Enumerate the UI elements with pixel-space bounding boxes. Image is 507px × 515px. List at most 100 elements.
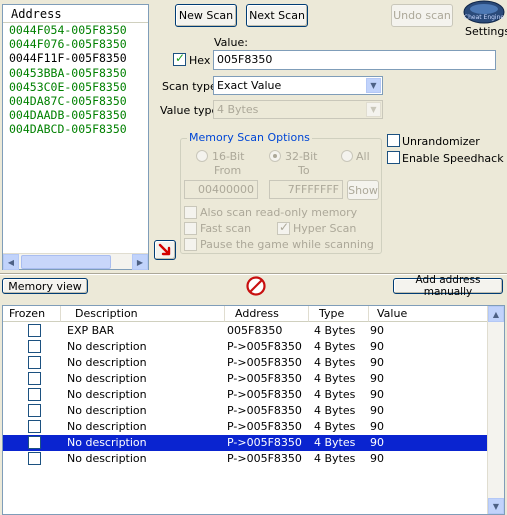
type-cell: 4 Bytes xyxy=(314,452,356,465)
unrandomizer-label: Unrandomizer xyxy=(402,135,480,148)
address-cell: P->005F8350 xyxy=(227,452,302,465)
frozen-checkbox[interactable] xyxy=(28,436,41,449)
frozen-checkbox[interactable] xyxy=(28,404,41,417)
table-row[interactable]: No description P->005F8350 4 Bytes 90 xyxy=(3,355,489,371)
next-scan-button[interactable]: Next Scan xyxy=(246,4,308,27)
type-cell: 4 Bytes xyxy=(314,420,356,433)
radio-all-label: All xyxy=(356,150,370,163)
fast-scan-label: Fast scan xyxy=(200,222,252,235)
description-cell: No description xyxy=(67,388,147,401)
value-cell: 90 xyxy=(370,356,384,369)
address-cell: P->005F8350 xyxy=(227,404,302,417)
cheat-engine-logo[interactable]: Cheat Engine xyxy=(462,0,506,24)
stop-icon[interactable] xyxy=(246,276,266,296)
address-list-item[interactable]: 004DA87C-005F8350 xyxy=(3,94,148,108)
address-cell: P->005F8350 xyxy=(227,420,302,433)
frozen-checkbox[interactable] xyxy=(28,372,41,385)
address-list-item[interactable]: 004DAADB-005F8350 xyxy=(3,108,148,122)
settings-link[interactable]: Settings xyxy=(465,25,507,38)
table-row[interactable]: No description P->005F8350 4 Bytes 90 xyxy=(3,371,489,387)
type-cell: 4 Bytes xyxy=(314,372,356,385)
description-cell: No description xyxy=(67,340,147,353)
address-cell: P->005F8350 xyxy=(227,372,302,385)
column-type[interactable]: Type xyxy=(309,306,369,322)
memory-view-button[interactable]: Memory view xyxy=(2,278,88,294)
table-row[interactable]: No description P->005F8350 4 Bytes 90 xyxy=(3,403,489,419)
undo-scan-button[interactable]: Undo scan xyxy=(391,4,453,27)
address-list-item[interactable]: 00453C0E-005F8350 xyxy=(3,80,148,94)
address-list-item[interactable]: 0044F076-005F8350 xyxy=(3,37,148,51)
type-cell: 4 Bytes xyxy=(314,324,356,337)
scroll-right-icon[interactable]: ▶ xyxy=(132,254,148,270)
table-row[interactable]: No description P->005F8350 4 Bytes 90 xyxy=(3,387,489,403)
address-list-item[interactable]: 0044F054-005F8350 xyxy=(3,23,148,37)
red-arrow-icon xyxy=(158,243,171,256)
to-label: To xyxy=(298,164,310,177)
frozen-checkbox[interactable] xyxy=(28,356,41,369)
address-rows: 0044F054-005F8350 0044F076-005F8350 0044F1… xyxy=(3,23,148,137)
table-row[interactable]: No description P->005F8350 4 Bytes 90 xyxy=(3,451,489,467)
scroll-up-icon[interactable]: ▲ xyxy=(488,306,504,322)
radio-all[interactable] xyxy=(341,150,353,162)
value-input[interactable]: 005F8350 xyxy=(213,50,496,70)
frozen-checkbox[interactable] xyxy=(28,420,41,433)
show-button[interactable]: Show xyxy=(347,180,379,200)
address-list-header[interactable]: Address xyxy=(3,5,148,23)
address-list-item[interactable]: 0044F11F-005F8350 xyxy=(3,51,148,65)
value-cell: 90 xyxy=(370,420,384,433)
table-row[interactable]: No description P->005F8350 4 Bytes 90 xyxy=(3,339,489,355)
radio-16-bit[interactable] xyxy=(196,150,208,162)
scan-type-value: Exact Value xyxy=(217,79,282,92)
column-frozen[interactable]: Frozen xyxy=(3,306,61,322)
type-cell: 4 Bytes xyxy=(314,436,356,449)
cheat-table[interactable]: Frozen Description Address Type Value EX… xyxy=(2,305,505,515)
found-address-list[interactable]: Address 0044F054-005F8350 0044F076-005F83… xyxy=(2,4,149,270)
value-type-select[interactable]: 4 Bytes ▼ xyxy=(213,100,383,119)
pause-game-checkbox[interactable] xyxy=(184,238,197,251)
table-vscrollbar[interactable]: ▲ ▼ xyxy=(487,306,504,514)
description-cell: No description xyxy=(67,452,147,465)
table-row[interactable]: EXP BAR 005F8350 4 Bytes 90 xyxy=(3,323,489,339)
address-list-item[interactable]: 004DABCD-005F8350 xyxy=(3,122,148,136)
from-label: From xyxy=(214,164,242,177)
unrandomizer-checkbox[interactable] xyxy=(387,134,400,147)
new-scan-button[interactable]: New Scan xyxy=(175,4,237,27)
chevron-down-icon[interactable]: ▼ xyxy=(366,78,381,93)
radio-32-bit[interactable] xyxy=(269,150,281,162)
chevron-down-icon[interactable]: ▼ xyxy=(366,102,381,117)
add-address-manually-button[interactable]: Add address manually xyxy=(393,274,503,298)
type-cell: 4 Bytes xyxy=(314,388,356,401)
frozen-checkbox[interactable] xyxy=(28,324,41,337)
fast-scan-checkbox[interactable] xyxy=(184,222,197,235)
description-cell: No description xyxy=(67,420,147,433)
scroll-thumb[interactable] xyxy=(21,255,111,269)
type-cell: 4 Bytes xyxy=(314,340,356,353)
value-cell: 90 xyxy=(370,388,384,401)
hex-checkbox[interactable] xyxy=(173,51,186,66)
scroll-down-icon[interactable]: ▼ xyxy=(488,498,504,514)
radio-32-bit-label: 32-Bit xyxy=(285,150,318,163)
column-address[interactable]: Address xyxy=(225,306,309,322)
description-cell: EXP BAR xyxy=(67,324,115,337)
table-row[interactable]: No description P->005F8350 4 Bytes 90 xyxy=(3,419,489,435)
add-to-list-button[interactable] xyxy=(154,240,176,260)
speedhack-checkbox[interactable] xyxy=(387,151,400,164)
address-list-item[interactable]: 00453BBA-005F8350 xyxy=(3,66,148,80)
frozen-checkbox[interactable] xyxy=(28,388,41,401)
frozen-checkbox[interactable] xyxy=(28,340,41,353)
column-value[interactable]: Value xyxy=(369,306,489,322)
address-list-hscrollbar[interactable]: ◀ ▶ xyxy=(3,253,148,270)
table-row[interactable]: No description P->005F8350 4 Bytes 90 xyxy=(3,435,489,451)
scan-type-select[interactable]: Exact Value ▼ xyxy=(213,76,383,95)
from-address-input[interactable]: 00400000 xyxy=(184,180,258,199)
frozen-checkbox[interactable] xyxy=(28,452,41,465)
value-type-value: 4 Bytes xyxy=(217,103,259,116)
scroll-left-icon[interactable]: ◀ xyxy=(3,254,19,270)
type-cell: 4 Bytes xyxy=(314,356,356,369)
scan-type-label: Scan type xyxy=(162,80,217,93)
to-address-input[interactable]: 7FFFFFFF xyxy=(269,180,343,199)
column-description[interactable]: Description xyxy=(61,306,225,322)
value-label: Value: xyxy=(214,36,248,49)
also-readonly-checkbox[interactable] xyxy=(184,206,197,219)
hyper-scan-checkbox[interactable] xyxy=(277,220,290,235)
